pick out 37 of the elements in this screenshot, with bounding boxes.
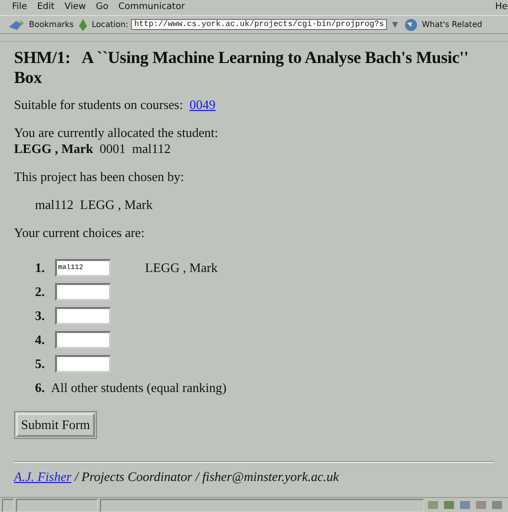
- choice-field[interactable]: [55, 355, 111, 374]
- bookmarks-button[interactable]: Bookmarks: [29, 20, 74, 30]
- chosen-label: This project has been chosen by:: [14, 169, 186, 186]
- location-label: Location:: [92, 20, 128, 30]
- page-title: SHM/1: A ``Using Machine Learning to Analyse Bach's Music'' Box: [14, 48, 470, 88]
- student-login: mal112: [132, 141, 171, 156]
- whats-related-button[interactable]: What's Related: [422, 20, 482, 30]
- choice-text: All other students (equal ranking): [51, 380, 226, 396]
- choice-number: 2.: [35, 284, 46, 300]
- choice-number: 4.: [35, 332, 46, 348]
- url-field[interactable]: http://www.cs.york.ac.uk/projects/cgi-bin/projprog?s: [131, 19, 387, 30]
- menu-item[interactable]: Hel: [495, 2, 508, 12]
- choice-number: 1.: [35, 260, 46, 276]
- courses-label: Suitable for students on courses:: [14, 97, 183, 112]
- chosen-student: mal112 LEGG , Mark: [34, 197, 154, 214]
- menu-item[interactable]: File: [12, 2, 28, 12]
- student-name: LEGG , Mark: [14, 141, 94, 156]
- coordinator-link[interactable]: A.J. Fisher: [14, 469, 72, 484]
- course-link[interactable]: 0049: [189, 97, 216, 112]
- footer-text: / Projects Coordinator / fisher@minster.york.ac.uk: [73, 469, 339, 484]
- allocated-label: You are currently allocated the student:: [14, 125, 220, 142]
- student-number: 0001: [100, 141, 126, 156]
- status-icon: [2, 498, 14, 512]
- choice-student: LEGG , Mark: [145, 260, 218, 276]
- menu-item[interactable]: Communicator: [118, 2, 185, 12]
- globe-icon: [402, 18, 419, 32]
- choice-number: 6.: [35, 380, 46, 396]
- choice-field[interactable]: [55, 331, 111, 350]
- choice-field[interactable]: [55, 307, 111, 326]
- choice-number: 3.: [35, 308, 46, 324]
- menu-item[interactable]: View: [64, 2, 86, 12]
- menu-item[interactable]: Edit: [37, 2, 54, 12]
- choice-field[interactable]: [55, 283, 111, 302]
- choice-number: 5.: [35, 356, 46, 372]
- submit-button[interactable]: Submit Form: [16, 413, 95, 438]
- choices-label: Your current choices are:: [14, 225, 146, 242]
- menu-item[interactable]: Go: [96, 2, 108, 12]
